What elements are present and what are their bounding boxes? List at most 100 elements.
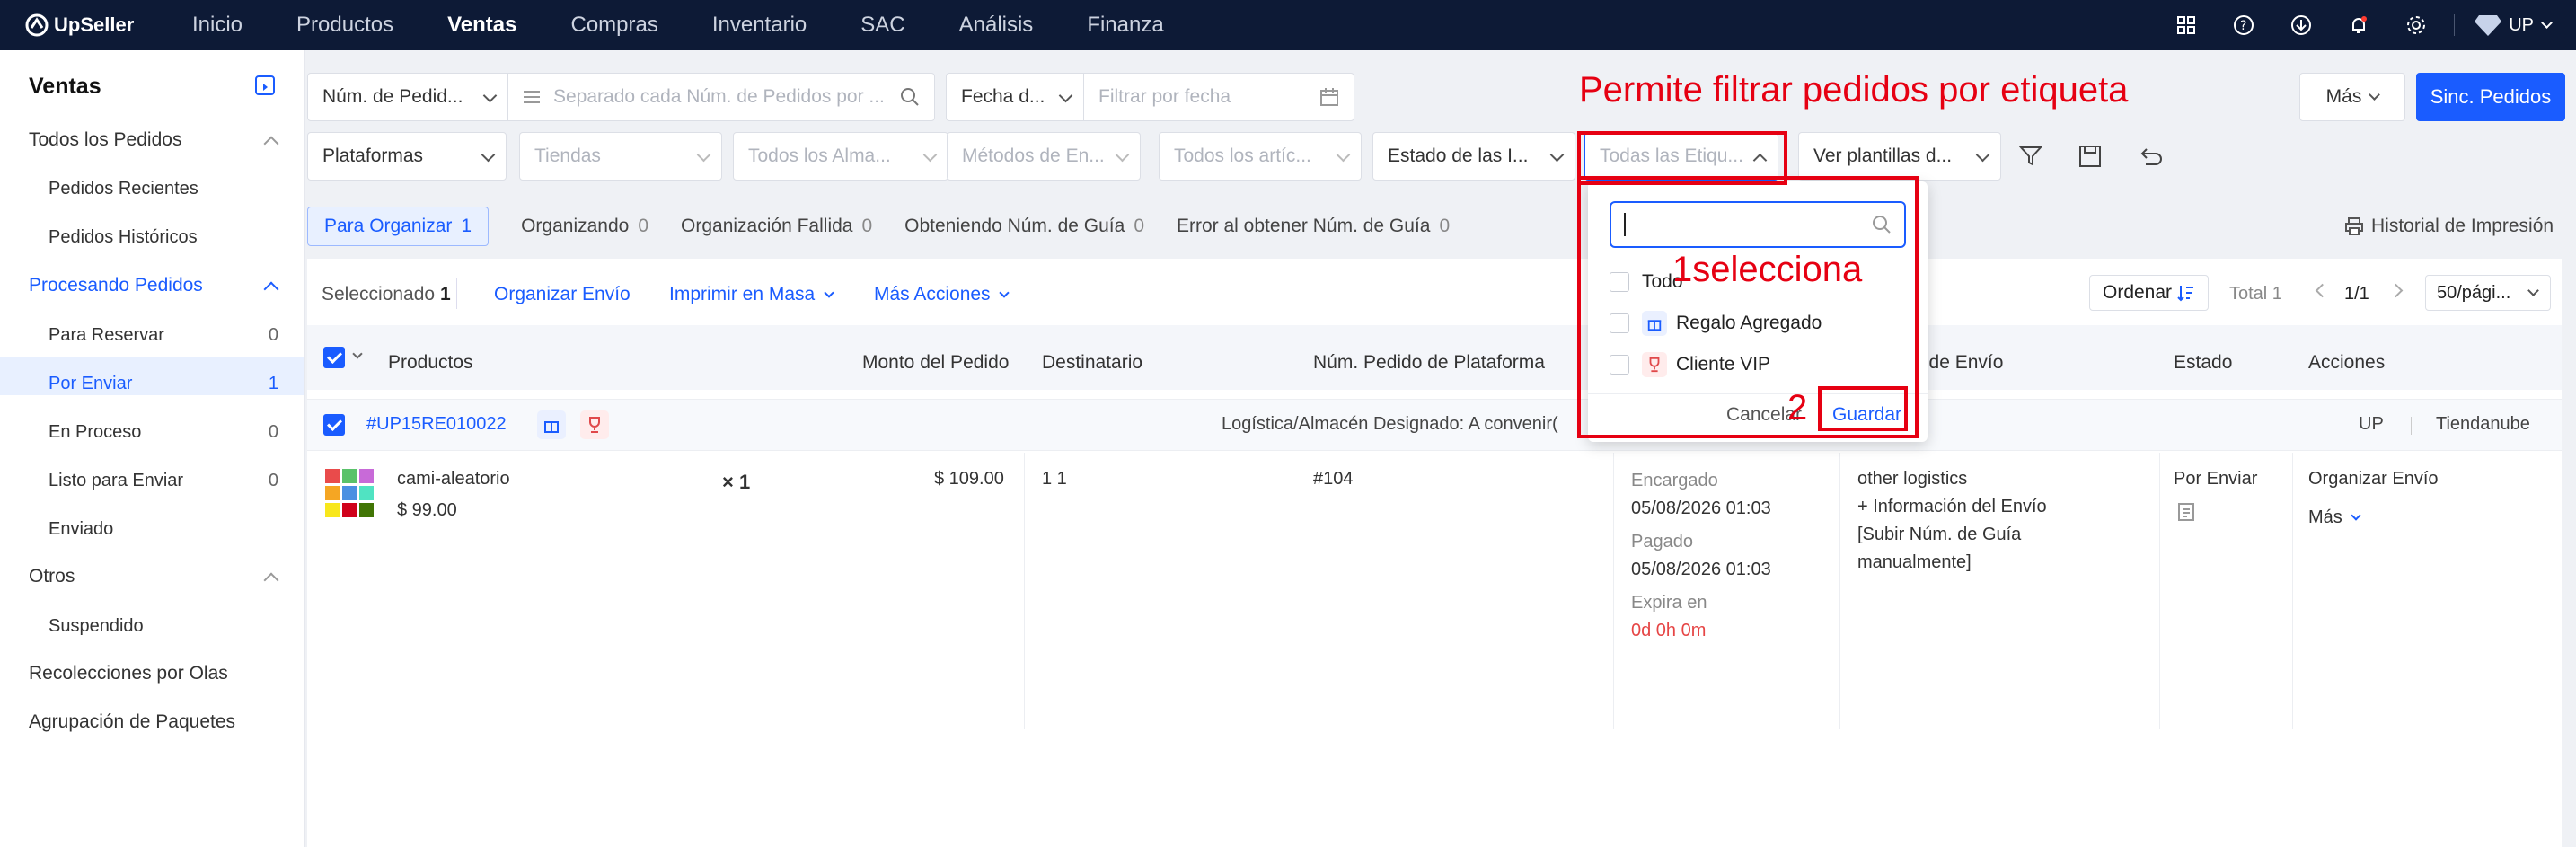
nav-inicio[interactable]: Inicio [192, 13, 243, 38]
tab-label: Obteniendo Núm. de Guía [904, 216, 1125, 236]
apps-grid-icon[interactable] [2174, 13, 2199, 38]
step-text: selecciona [1692, 250, 1863, 289]
sidebar-item-historic[interactable]: Pedidos Históricos [49, 227, 278, 248]
paid-date: 05/08/2026 01:03 [1631, 560, 1771, 579]
chevron-down-icon [1115, 147, 1130, 163]
sync-orders-button[interactable]: Sinc. Pedidos [2416, 73, 2565, 121]
date-type-select[interactable]: Fecha d... [946, 73, 1084, 121]
notes-icon[interactable] [2177, 501, 2195, 526]
sidebar-item-others[interactable]: Otros [29, 566, 75, 587]
order-number-type-select[interactable]: Núm. de Pedid... [307, 73, 508, 121]
product-thumbnail[interactable] [323, 467, 375, 519]
shipping-info-link[interactable]: + Información del Envío [1857, 493, 2047, 521]
upseller-logo[interactable]: UpSeller [25, 13, 160, 37]
sidebar-item-all-orders[interactable]: Todos los Pedidos [29, 129, 181, 151]
select-value: Ver plantillas d... [1813, 146, 1953, 166]
trophy-tag-icon [580, 410, 609, 439]
sidebar-item-in-process[interactable]: En Proceso 0 [49, 422, 278, 443]
chevron-up-icon[interactable] [263, 281, 279, 297]
sidebar-item-reserve[interactable]: Para Reservar 0 [49, 325, 278, 346]
organize-shipping-button[interactable]: Organizar Envío [494, 284, 631, 305]
select-value: Plataformas [322, 146, 424, 166]
nav-productos[interactable]: Productos [296, 13, 393, 38]
nav-finanza[interactable]: Finanza [1087, 13, 1163, 38]
organize-shipping-action[interactable]: Organizar Envío [2308, 465, 2439, 493]
divider [2292, 453, 2293, 729]
filter-funnel-icon[interactable] [2018, 145, 2043, 173]
tab-count: 0 [1134, 216, 1144, 236]
search-icon [901, 88, 919, 106]
templates-select[interactable]: Ver plantillas d... [1798, 132, 2001, 181]
state-select[interactable]: Estado de las I... [1372, 132, 1575, 181]
user-menu[interactable]: UP [2475, 13, 2553, 37]
nav-compras[interactable]: Compras [570, 13, 657, 38]
nav-ventas[interactable]: Ventas [447, 13, 516, 38]
chevron-up-icon[interactable] [263, 136, 279, 152]
stores-select[interactable]: Tiendas [519, 132, 722, 181]
input-placeholder: Separado cada Núm. de Pedidos por ... [553, 86, 885, 107]
warehouses-select[interactable]: Todos los Alma... [733, 132, 948, 181]
more-actions-link[interactable]: Más [2308, 504, 2362, 532]
reset-undo-icon[interactable] [2138, 145, 2163, 173]
chevron-down-icon [482, 88, 498, 103]
chevron-up-icon[interactable] [263, 572, 279, 588]
order-id-link[interactable]: #UP15RE010022 [366, 414, 507, 435]
upload-tracking-link[interactable]: [Subir Núm. de Guía manualmente] [1857, 521, 2037, 577]
nav-sac[interactable]: SAC [860, 13, 904, 38]
button-label: Más [2325, 86, 2362, 107]
print-history-link[interactable]: Historial de Impresión [2344, 216, 2554, 237]
collapse-sidebar-icon[interactable] [255, 75, 275, 95]
date-filter-input[interactable]: Filtrar por fecha [1083, 73, 1354, 121]
next-page-icon[interactable] [2388, 283, 2404, 298]
tab-para-organizar[interactable]: Para Organizar 1 [307, 207, 490, 246]
save-filter-icon[interactable] [2078, 145, 2102, 173]
select-all-checkbox[interactable] [323, 347, 345, 368]
more-button[interactable]: Más [2299, 73, 2405, 121]
selected-number: 1 [439, 284, 451, 304]
tab-error-guia[interactable]: Error al obtener Núm. de Guía 0 [1177, 207, 1450, 246]
sidebar-item-label: Suspendido [49, 616, 144, 636]
sidebar-item-ready[interactable]: Listo para Enviar 0 [49, 471, 278, 491]
help-icon[interactable]: ? [2231, 13, 2256, 38]
diamond-icon [2475, 15, 2502, 36]
items-select[interactable]: Todos los artíc... [1159, 132, 1362, 181]
chevron-down-icon [2369, 89, 2381, 101]
tab-label: Para Organizar [324, 216, 453, 236]
selected-count: Seleccionado 1 [322, 284, 451, 305]
sidebar-item-recent[interactable]: Pedidos Recientes [49, 179, 278, 199]
notification-bell-icon[interactable] [2346, 13, 2371, 38]
button-label: Imprimir en Masa [669, 284, 816, 304]
nav-inventario[interactable]: Inventario [712, 13, 807, 38]
per-page-select[interactable]: 50/pági... [2425, 275, 2551, 311]
tab-organizacion-fallida[interactable]: Organización Fallida 0 [681, 207, 872, 246]
header-amount: Monto del Pedido [862, 352, 1010, 373]
sidebar-item-to-send[interactable]: Por Enviar 1 [49, 374, 278, 394]
link-label: Historial de Impresión [2371, 216, 2554, 236]
annotation-box-save [1818, 386, 1908, 431]
order-number-input[interactable]: Separado cada Núm. de Pedidos por ... [507, 73, 935, 121]
product-quantity: × 1 [722, 471, 751, 493]
download-icon[interactable] [2289, 13, 2314, 38]
select-value: Todos los artíc... [1174, 146, 1311, 166]
order-checkbox[interactable] [323, 414, 345, 436]
platform-name: UP [2359, 414, 2384, 434]
sort-icon [2177, 286, 2194, 302]
divider [2159, 453, 2160, 729]
sidebar-item-suspended[interactable]: Suspendido [49, 616, 278, 637]
more-actions-button[interactable]: Más Acciones [874, 284, 1010, 305]
prev-page-icon[interactable] [2315, 283, 2330, 298]
recipient-name: 1 1 [1042, 469, 1067, 489]
tab-organizando[interactable]: Organizando 0 [521, 207, 648, 246]
bulk-print-button[interactable]: Imprimir en Masa [669, 284, 834, 305]
tab-count: 0 [861, 216, 873, 236]
tab-obteniendo-guia[interactable]: Obteniendo Núm. de Guía 0 [904, 207, 1144, 246]
sort-button[interactable]: Ordenar [2089, 275, 2210, 311]
sidebar-item-sent[interactable]: Enviado [49, 519, 278, 540]
nav-analisis[interactable]: Análisis [959, 13, 1034, 38]
sidebar-item-waves[interactable]: Recolecciones por Olas [29, 663, 228, 684]
sidebar-item-processing[interactable]: Procesando Pedidos [29, 275, 203, 296]
settings-gear-icon[interactable] [2404, 13, 2429, 38]
sidebar-item-packages[interactable]: Agrupación de Paquetes [29, 711, 235, 733]
shipping-methods-select[interactable]: Métodos de En... [947, 132, 1141, 181]
platforms-select[interactable]: Plataformas [307, 132, 507, 181]
